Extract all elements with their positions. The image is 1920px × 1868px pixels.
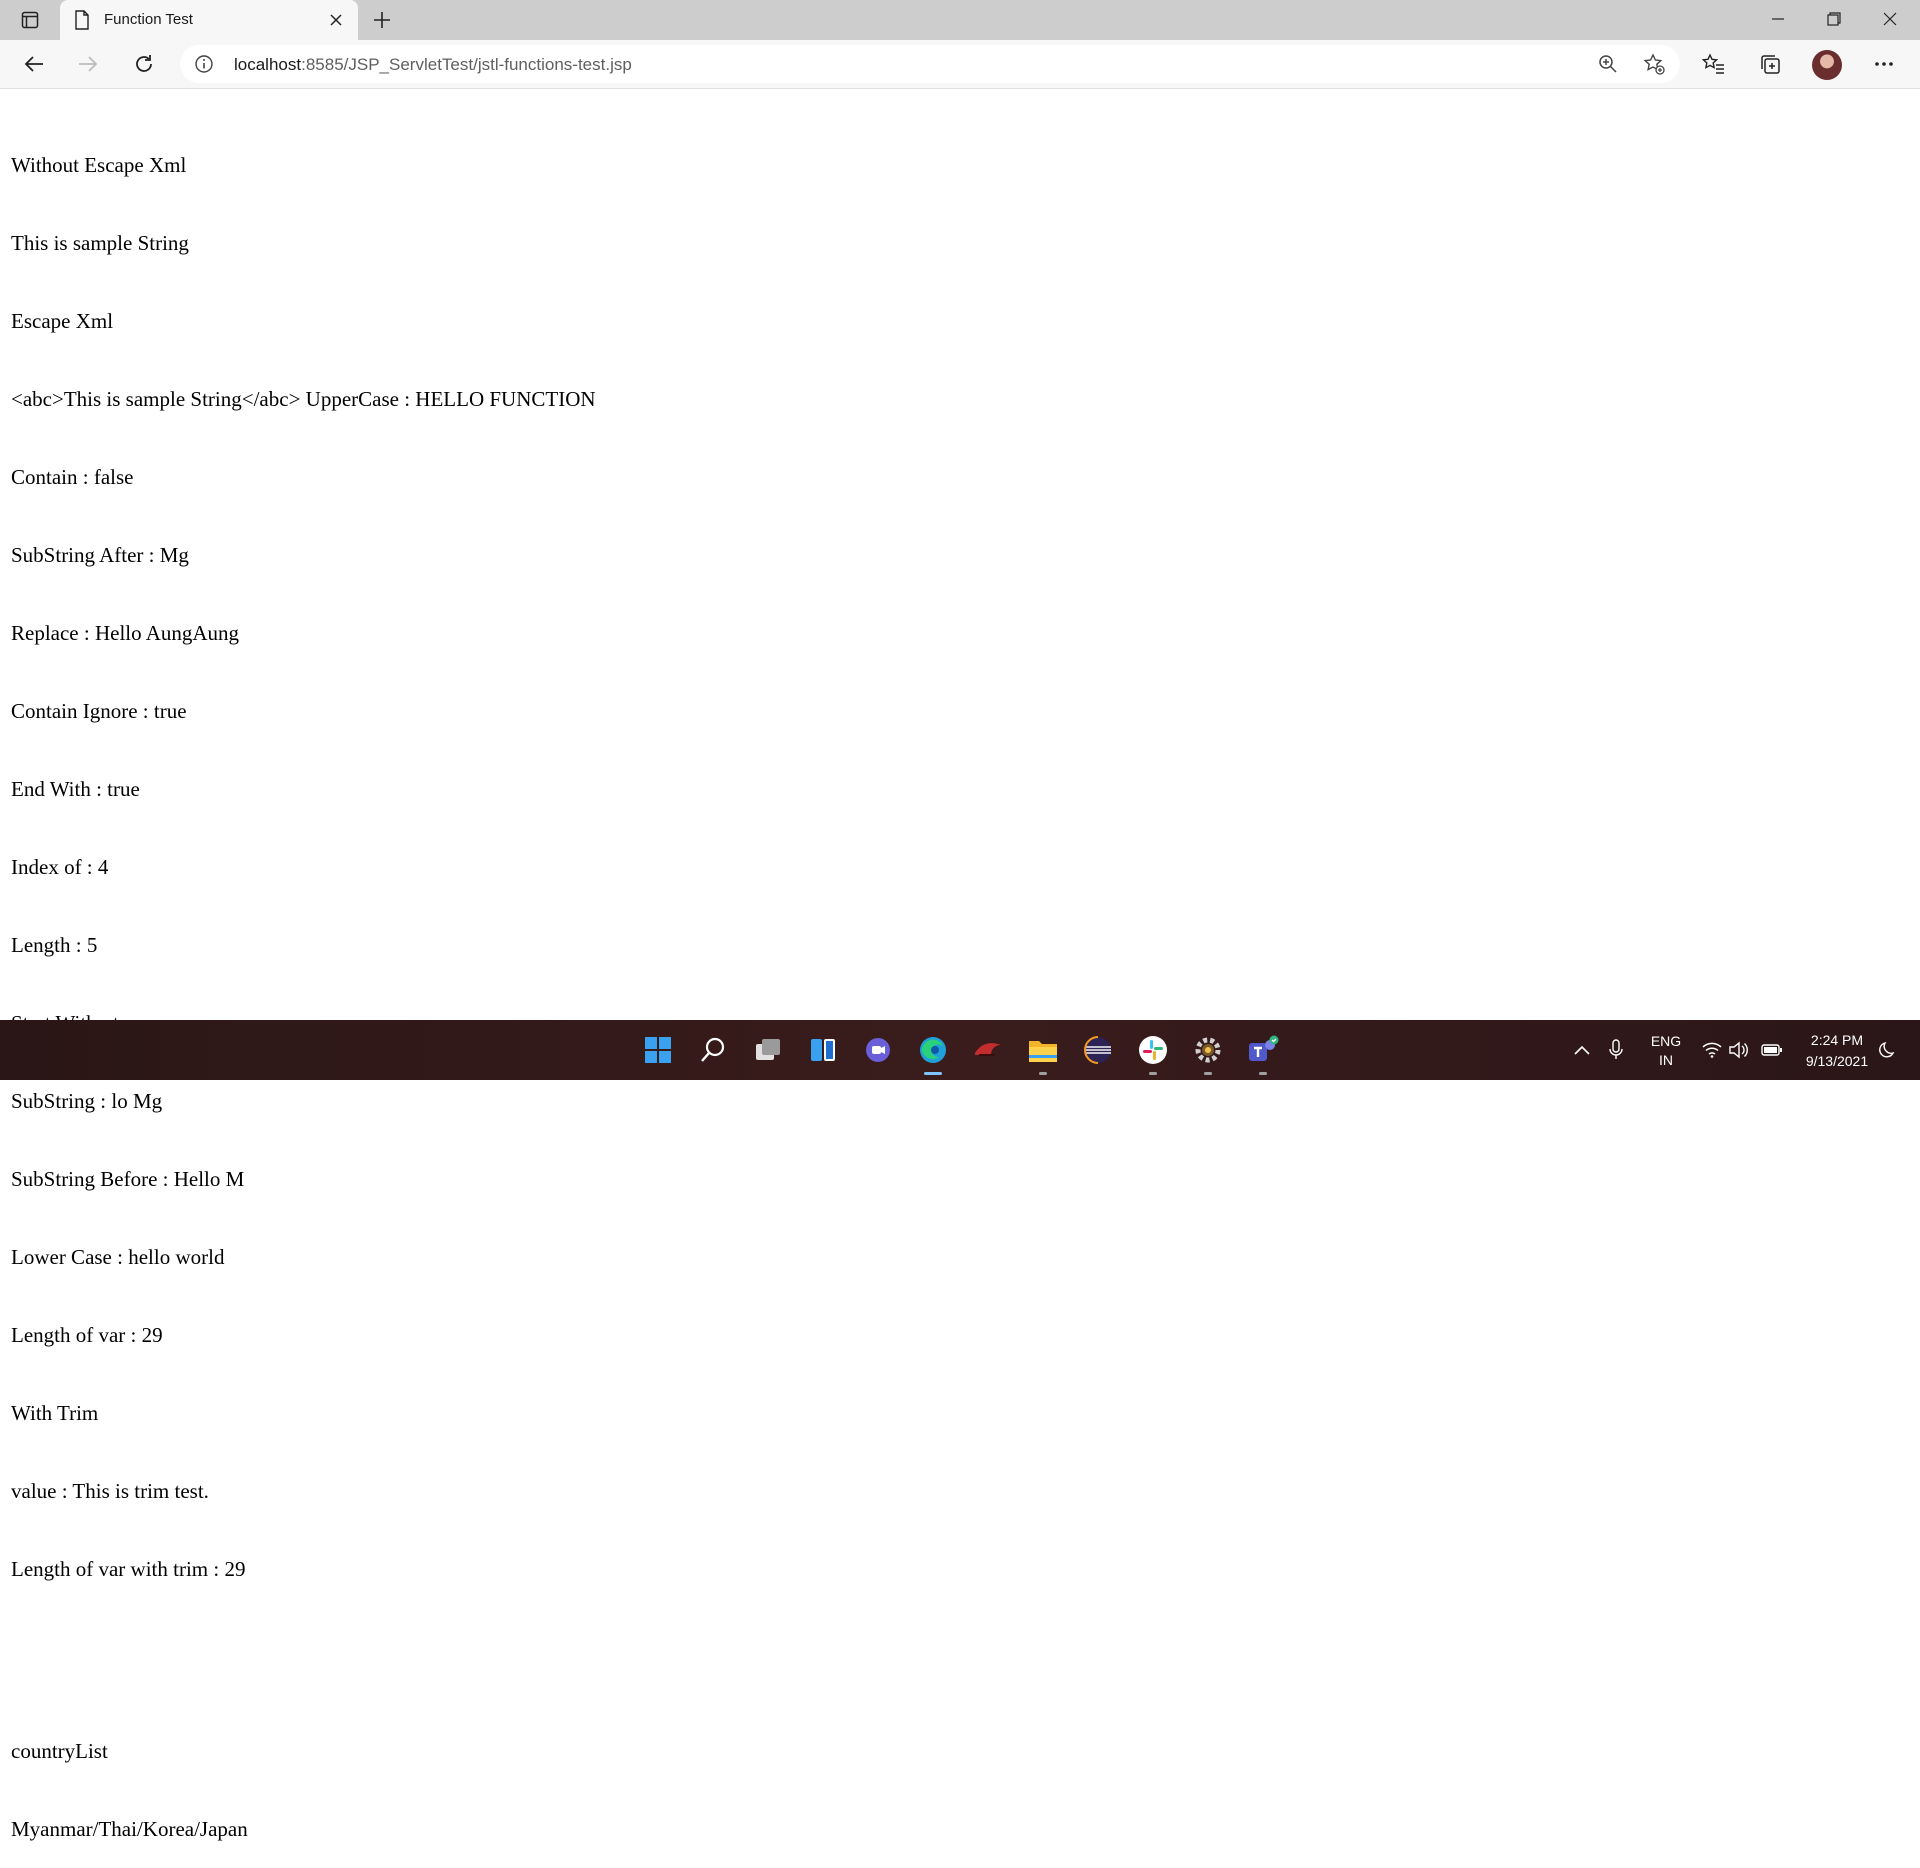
refresh-icon[interactable]	[126, 46, 162, 82]
url-host: localhost	[234, 55, 302, 74]
browser-tab[interactable]: Function Test	[60, 0, 358, 40]
edge-browser-icon[interactable]	[917, 1034, 949, 1066]
minimize-icon[interactable]	[1750, 0, 1806, 38]
text-line: Without Escape Xml	[11, 153, 187, 177]
notifications-icon[interactable]	[1872, 1034, 1904, 1066]
text-line: value : This is trim test.	[11, 1479, 209, 1503]
language-code[interactable]: ENG	[1646, 1033, 1686, 1049]
text-line: Contain : false	[11, 465, 134, 489]
close-tab-icon[interactable]	[326, 10, 346, 30]
text-line: Length : 5	[11, 933, 98, 957]
show-hidden-icons-chevron-icon[interactable]	[1566, 1034, 1598, 1066]
url-text[interactable]: localhost:8585/JSP_ServletTest/jstl-func…	[234, 55, 632, 75]
browser-toolbar: localhost:8585/JSP_ServletTest/jstl-func…	[0, 40, 1920, 89]
country-list-value: Myanmar/Thai/Korea/Japan	[11, 1817, 248, 1841]
running-indicator	[1204, 1072, 1212, 1075]
microphone-icon[interactable]	[1600, 1034, 1632, 1066]
file-explorer-icon[interactable]	[1027, 1034, 1059, 1066]
back-icon[interactable]	[16, 46, 52, 82]
app-icon-red[interactable]	[972, 1034, 1004, 1066]
windows-start-icon[interactable]	[642, 1034, 674, 1066]
clock-date: 9/13/2021	[1805, 1053, 1869, 1069]
url-path: :8585/JSP_ServletTest/jstl-functions-tes…	[301, 55, 632, 74]
active-app-indicator	[924, 1072, 942, 1075]
tab-strip: Function Test	[0, 0, 1920, 40]
page-icon	[74, 10, 90, 30]
text-line: SubString Before : Hello M	[11, 1167, 245, 1191]
text-line: Lower Case : hello world	[11, 1245, 225, 1269]
search-icon[interactable]	[697, 1034, 729, 1066]
forward-icon[interactable]	[70, 46, 106, 82]
text-line: SubString After : Mg	[11, 543, 189, 567]
running-indicator	[1039, 1072, 1047, 1075]
text-line: Index of : 4	[11, 855, 109, 879]
restore-icon[interactable]	[1806, 0, 1862, 38]
collections-icon[interactable]	[1752, 46, 1788, 82]
text-line: Contain Ignore : true	[11, 699, 187, 723]
teams-icon[interactable]	[1247, 1034, 1279, 1066]
chat-icon[interactable]	[862, 1034, 894, 1066]
language-region: IN	[1659, 1052, 1673, 1068]
text-line: With Trim	[11, 1401, 99, 1425]
page-content: Without Escape Xml This is sample String…	[11, 100, 596, 1868]
text-line: End With : true	[11, 777, 140, 801]
tab-actions-icon[interactable]	[10, 6, 50, 34]
slack-icon[interactable]	[1137, 1034, 1169, 1066]
widgets-icon[interactable]	[807, 1034, 839, 1066]
address-bar[interactable]: localhost:8585/JSP_ServletTest/jstl-func…	[180, 45, 1680, 83]
country-list-title: countryList	[11, 1739, 108, 1763]
text-line: Length of var with trim : 29	[11, 1557, 246, 1581]
text-line: Escape Xml	[11, 309, 114, 333]
settings-gear-icon[interactable]	[1192, 1034, 1224, 1066]
add-favorite-icon[interactable]	[1636, 46, 1672, 82]
favorites-icon[interactable]	[1696, 46, 1732, 82]
eclipse-icon[interactable]	[1082, 1034, 1114, 1066]
text-line: This is sample String	[11, 231, 189, 255]
text-line: Replace : Hello AungAung	[11, 621, 240, 645]
running-indicator	[1149, 1072, 1157, 1075]
text-line: SubString : lo Mg	[11, 1089, 163, 1113]
battery-icon[interactable]	[1756, 1034, 1788, 1066]
tab-title: Function Test	[104, 11, 193, 28]
close-window-icon[interactable]	[1862, 0, 1918, 38]
profile-avatar[interactable]	[1812, 50, 1842, 80]
running-indicator	[1259, 1072, 1267, 1075]
new-tab-icon[interactable]	[368, 6, 396, 34]
clock-time[interactable]: 2:24 PM	[1792, 1032, 1882, 1048]
task-view-icon[interactable]	[752, 1034, 784, 1066]
taskbar: ENG IN 2:24 PM 9/13/2021	[0, 1020, 1920, 1080]
more-options-icon[interactable]	[1866, 46, 1902, 82]
volume-icon[interactable]	[1722, 1034, 1754, 1066]
info-icon[interactable]	[194, 54, 214, 74]
text-line: <abc>This is sample String</abc> UpperCa…	[11, 387, 596, 411]
text-line: Length of var : 29	[11, 1323, 163, 1347]
zoom-icon[interactable]	[1590, 46, 1626, 82]
